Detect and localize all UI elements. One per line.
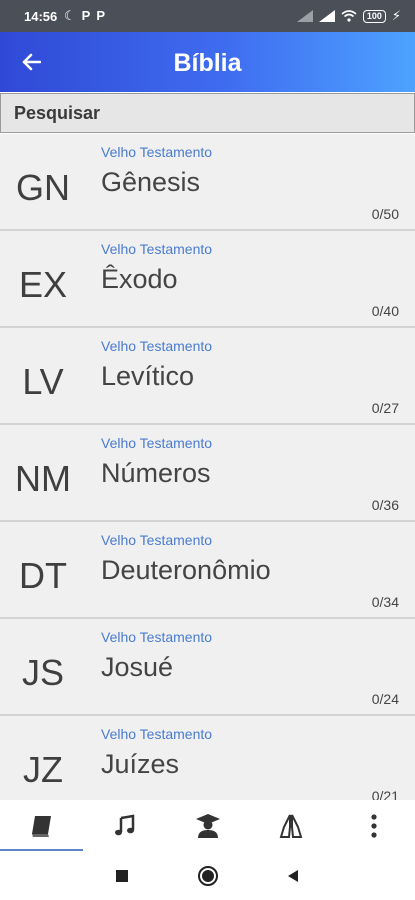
book-name: Levítico <box>101 361 195 391</box>
book-item[interactable]: JS Velho Testamento Josué 0/24 <box>0 619 415 716</box>
home-button[interactable] <box>196 864 220 888</box>
book-progress: 0/24 <box>371 691 399 707</box>
book-name: Josué <box>101 652 174 682</box>
back-nav-button[interactable] <box>281 864 305 888</box>
status-time: 14:56 <box>24 9 58 24</box>
book-abbreviation: JZ <box>23 749 63 790</box>
status-notification-icons: ☾ P P <box>64 8 105 24</box>
nav-prayer[interactable] <box>249 800 332 852</box>
book-abbreviation: NM <box>15 458 71 499</box>
music-note-icon <box>114 814 134 836</box>
signal-icon <box>318 10 335 22</box>
book-abbreviation: DT <box>19 555 67 596</box>
book-testament: Velho Testamento <box>101 629 213 645</box>
book-name: Números <box>101 458 211 488</box>
book-testament: Velho Testamento <box>101 532 213 548</box>
book-list: GN Velho Testamento Gênesis 0/50 EX Velh… <box>0 134 415 800</box>
notification-p-icon: P <box>96 8 105 23</box>
graduate-icon <box>195 814 220 838</box>
book-item[interactable]: GN Velho Testamento Gênesis 0/50 <box>0 134 415 231</box>
book-abbreviation: JS <box>21 652 64 693</box>
book-progress: 0/40 <box>371 303 399 319</box>
book-icon <box>31 816 51 837</box>
battery-icon: 100 <box>362 9 386 23</box>
praying-hands-icon <box>279 814 302 838</box>
book-progress: 0/50 <box>371 206 399 222</box>
circle-icon <box>198 866 218 886</box>
page-title: Bíblia <box>173 49 242 77</box>
book-testament: Velho Testamento <box>101 338 213 354</box>
recents-button[interactable] <box>110 864 134 888</box>
signal-icon <box>296 10 313 22</box>
charging-icon: ⚡ <box>391 8 401 23</box>
nav-music[interactable] <box>83 800 166 852</box>
book-name: Gênesis <box>101 167 201 197</box>
book-abbreviation: GN <box>16 167 70 208</box>
triangle-back-icon <box>288 870 298 882</box>
nav-study[interactable] <box>166 800 249 852</box>
book-item[interactable]: LV Velho Testamento Levítico 0/27 <box>0 328 415 425</box>
wifi-icon <box>341 10 357 22</box>
active-tab-indicator <box>0 849 83 851</box>
notification-p-icon: P <box>81 8 91 23</box>
moon-icon: ☾ <box>64 8 76 23</box>
book-name: Deuteronômio <box>101 555 271 585</box>
book-testament: Velho Testamento <box>101 144 213 160</box>
book-item[interactable]: JZ Velho Testamento Juízes 0/21 <box>0 716 415 800</box>
book-progress: 0/21 <box>371 788 399 800</box>
nav-more[interactable] <box>332 800 415 852</box>
book-abbreviation: EX <box>18 264 68 305</box>
nav-bible[interactable] <box>0 800 83 852</box>
book-testament: Velho Testamento <box>101 726 213 742</box>
book-progress: 0/27 <box>371 400 399 416</box>
status-right-icons: 100 ⚡ <box>296 8 401 24</box>
book-name: Êxodo <box>101 264 178 294</box>
book-testament: Velho Testamento <box>101 241 213 257</box>
book-testament: Velho Testamento <box>101 435 213 451</box>
book-progress: 0/34 <box>371 594 399 610</box>
book-progress: 0/36 <box>371 497 399 513</box>
app-bar: Bíblia <box>0 32 415 92</box>
bottom-navigation <box>0 800 415 852</box>
book-abbreviation: LV <box>22 361 64 402</box>
more-vert-icon <box>370 814 377 838</box>
book-item[interactable]: EX Velho Testamento Êxodo 0/40 <box>0 231 415 328</box>
system-navigation-bar <box>0 852 415 900</box>
status-bar: 14:56 ☾ P P 100 ⚡ <box>0 0 415 32</box>
book-item[interactable]: DT Velho Testamento Deuteronômio 0/34 <box>0 522 415 619</box>
book-name: Juízes <box>101 749 180 779</box>
square-icon <box>116 870 128 882</box>
search-placeholder: Pesquisar <box>14 103 101 123</box>
book-item[interactable]: NM Velho Testamento Números 0/36 <box>0 425 415 522</box>
search-input[interactable]: Pesquisar <box>0 93 415 133</box>
